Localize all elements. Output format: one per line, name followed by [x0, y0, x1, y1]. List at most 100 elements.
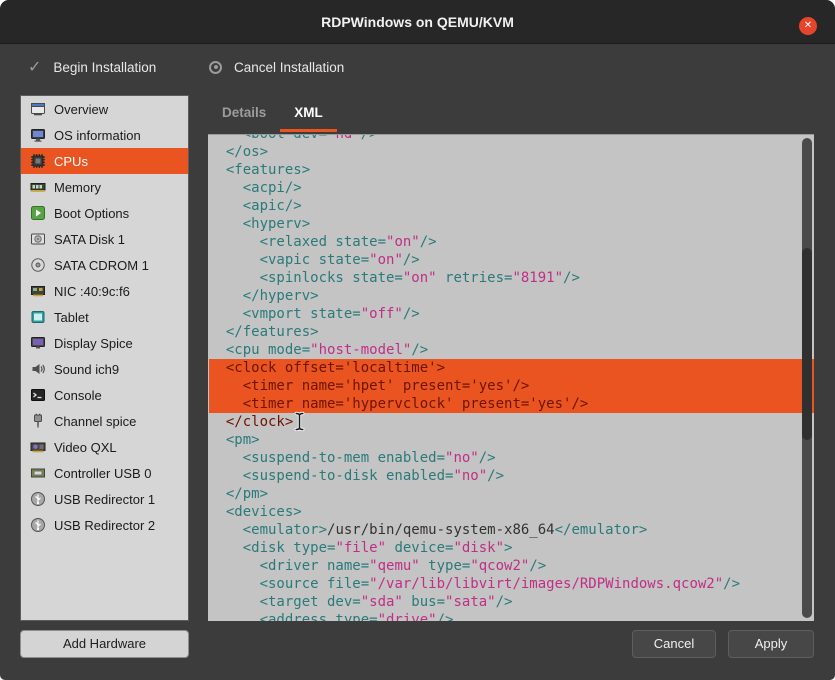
sidebar-item-nic[interactable]: NIC :40:9c:f6 [21, 278, 188, 304]
code-line: </features> [209, 323, 814, 341]
sidebar-item-label: Tablet [54, 310, 89, 325]
sidebar-item-usb-redirector-1[interactable]: USB Redirector 1 [21, 486, 188, 512]
sidebar-item-label: Sound ich9 [54, 362, 119, 377]
nic-icon [30, 283, 46, 299]
overview-icon [30, 101, 46, 117]
code-line: <suspend-to-disk enabled="no"/> [209, 467, 814, 485]
code-line: <boot dev='hd'/> [209, 135, 814, 143]
code-line: <pm> [209, 431, 814, 449]
code-line: <devices> [209, 503, 814, 521]
code-line: <disk type="file" device="disk"> [209, 539, 814, 557]
code-line: <cpu mode="host-model"/> [209, 341, 814, 359]
sidebar-item-label: Memory [54, 180, 101, 195]
apply-button[interactable]: Apply [728, 630, 814, 658]
selection-highlight-line: <timer name='hypervclock' present='yes'/… [209, 395, 814, 413]
code-line: <spinlocks state="on" retries="8191"/> [209, 269, 814, 287]
code-line: <source file="/var/lib/libvirt/images/RD… [209, 575, 814, 593]
virt-manager-window: RDPWindows on QEMU/KVM ✕ ✓ Begin Install… [0, 0, 835, 680]
usb-controller-icon [30, 465, 46, 481]
record-circle-icon [209, 61, 222, 74]
code-line: <driver name="qemu" type="qcow2"/> [209, 557, 814, 575]
tablet-icon [30, 309, 46, 325]
tab-xml[interactable]: XML [280, 96, 337, 132]
sidebar-item-controller-usb-0[interactable]: Controller USB 0 [21, 460, 188, 486]
channel-icon [30, 413, 46, 429]
code-line: <vapic state="on"/> [209, 251, 814, 269]
titlebar[interactable]: RDPWindows on QEMU/KVM ✕ [0, 0, 835, 44]
code-line: <emulator>/usr/bin/qemu-system-x86_64</e… [209, 521, 814, 539]
scrollbar[interactable] [802, 138, 812, 618]
sidebar-item-label: SATA Disk 1 [54, 232, 125, 247]
usb-redirector-icon [30, 491, 46, 507]
sidebar-item-tablet[interactable]: Tablet [21, 304, 188, 330]
tab-bar: Details XML [208, 96, 337, 133]
checkmark-icon: ✓ [28, 57, 41, 77]
code-line: <suspend-to-mem enabled="no"/> [209, 449, 814, 467]
code-line: <apic/> [209, 197, 814, 215]
display-icon [30, 335, 46, 351]
code-line: <hyperv> [209, 215, 814, 233]
sidebar-item-console[interactable]: Console [21, 382, 188, 408]
sidebar-item-cpus[interactable]: CPUs [21, 148, 188, 174]
code-line: <address type="drive"/> [209, 611, 814, 621]
sidebar-item-label: Display Spice [54, 336, 133, 351]
sidebar-item-label: Controller USB 0 [54, 466, 152, 481]
sidebar-item-display-spice[interactable]: Display Spice [21, 330, 188, 356]
sidebar-item-label: USB Redirector 1 [54, 492, 155, 507]
code-line: <target dev="sda" bus="sata"/> [209, 593, 814, 611]
sidebar-item-label: SATA CDROM 1 [54, 258, 149, 273]
sidebar-item-label: Overview [54, 102, 108, 117]
selection-highlight-line: <clock offset='localtime'> [209, 359, 814, 377]
code-line: <relaxed state="on"/> [209, 233, 814, 251]
sidebar-item-label: OS information [54, 128, 141, 143]
sound-icon [30, 361, 46, 377]
sidebar-item-label: Boot Options [54, 206, 129, 221]
video-icon [30, 439, 46, 455]
code-line: </hyperv> [209, 287, 814, 305]
sidebar-item-os-information[interactable]: OS information [21, 122, 188, 148]
sidebar-item-usb-redirector-2[interactable]: USB Redirector 2 [21, 512, 188, 538]
code-area[interactable]: <boot dev='hd'/> </os> <features> <acpi/… [208, 135, 814, 621]
code-line: </pm> [209, 485, 814, 503]
close-icon: ✕ [804, 20, 812, 31]
sidebar-item-label: Video QXL [54, 440, 117, 455]
sidebar-item-memory[interactable]: Memory [21, 174, 188, 200]
hardware-sidebar: Overview OS information CPUs Memory Boot Opt… [20, 95, 189, 621]
sidebar-item-overview[interactable]: Overview [21, 96, 188, 122]
sidebar-item-label: USB Redirector 2 [54, 518, 155, 533]
boot-options-icon [30, 205, 46, 221]
memory-icon [30, 179, 46, 195]
cancel-installation-label: Cancel Installation [234, 60, 344, 75]
sidebar-item-video-qxl[interactable]: Video QXL [21, 434, 188, 460]
sidebar-item-sound-ich9[interactable]: Sound ich9 [21, 356, 188, 382]
sidebar-item-label: CPUs [54, 154, 88, 169]
cdrom-icon [30, 257, 46, 273]
sidebar-item-label: Console [54, 388, 102, 403]
cpu-icon [30, 153, 46, 169]
window-title: RDPWindows on QEMU/KVM [0, 0, 835, 44]
code-line: <features> [209, 161, 814, 179]
sidebar-item-label: Channel spice [54, 414, 136, 429]
code-line: </clock> [209, 413, 814, 431]
cancel-installation-button[interactable]: Cancel Installation [197, 49, 356, 85]
xml-editor: <boot dev='hd'/> </os> <features> <acpi/… [208, 134, 814, 621]
tab-details[interactable]: Details [208, 96, 280, 132]
sidebar-item-channel-spice[interactable]: Channel spice [21, 408, 188, 434]
selection-highlight-line: <timer name='hpet' present='yes'/> [209, 377, 814, 395]
sidebar-item-sata-cdrom-1[interactable]: SATA CDROM 1 [21, 252, 188, 278]
sidebar-item-boot-options[interactable]: Boot Options [21, 200, 188, 226]
sidebar-item-sata-disk-1[interactable]: SATA Disk 1 [21, 226, 188, 252]
code-line: </os> [209, 143, 814, 161]
add-hardware-button[interactable]: Add Hardware [20, 630, 189, 658]
code-line: <acpi/> [209, 179, 814, 197]
begin-installation-button[interactable]: ✓ Begin Installation [16, 49, 168, 85]
begin-installation-label: Begin Installation [53, 60, 156, 75]
cancel-button[interactable]: Cancel [632, 630, 716, 658]
code-line: <vmport state="off"/> [209, 305, 814, 323]
os-info-icon [30, 127, 46, 143]
console-icon [30, 387, 46, 403]
usb-redirector-icon [30, 517, 46, 533]
close-button[interactable]: ✕ [799, 17, 817, 35]
sidebar-item-label: NIC :40:9c:f6 [54, 284, 130, 299]
scrollbar-handle[interactable] [802, 248, 812, 440]
